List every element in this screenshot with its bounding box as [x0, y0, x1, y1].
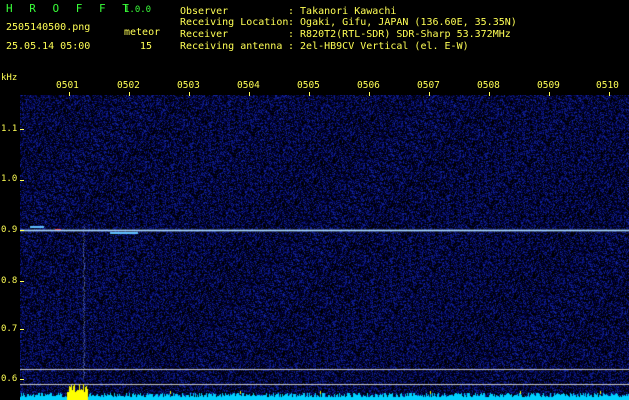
receiver-value: : R820T2(RTL-SDR) SDR-Sharp 53.372MHz	[288, 29, 511, 40]
filename-label: 2505140500.png	[6, 22, 91, 33]
x-tick-mark	[129, 92, 130, 96]
y-tick-mark	[20, 379, 24, 380]
x-tick-0505: 0505	[297, 80, 320, 91]
x-tick-0502: 0502	[117, 80, 140, 91]
y-tick-1-0: 1.0	[1, 174, 18, 184]
x-tick-0504: 0504	[237, 80, 260, 91]
x-tick-mark	[489, 92, 490, 96]
meteor-count: 15	[140, 41, 153, 52]
observer-label: Observer	[180, 6, 229, 17]
x-tick-mark	[429, 92, 430, 96]
y-tick-mark	[20, 230, 24, 231]
x-tick-0509: 0509	[537, 80, 560, 91]
x-tick-mark	[549, 92, 550, 96]
spectrogram-canvas	[20, 95, 629, 400]
x-tick-0506: 0506	[357, 80, 380, 91]
location-label: Receiving Location	[180, 17, 289, 28]
antenna-label: Receiving antenna	[180, 41, 283, 52]
app-title: H R O F F T	[6, 2, 134, 15]
y-tick-0-9: 0.9	[1, 225, 18, 235]
x-tick-mark	[369, 92, 370, 96]
spectrogram-plot	[20, 95, 629, 400]
datetime-label: 25.05.14 05:00	[6, 41, 91, 52]
y-tick-mark	[20, 180, 24, 181]
meteor-label: meteor	[124, 27, 161, 38]
app-version: 1.0.0	[124, 5, 152, 15]
y-tick-0-6: 0.6	[1, 374, 18, 384]
y-tick-0-7: 0.7	[1, 324, 18, 334]
x-tick-mark	[609, 92, 610, 96]
observer-value: : Takanori Kawachi	[288, 6, 397, 17]
y-tick-mark	[20, 329, 24, 330]
antenna-value: : 2el-HB9CV Vertical (el. E-W)	[288, 41, 469, 52]
y-unit-label: kHz	[1, 73, 18, 83]
x-tick-0507: 0507	[417, 80, 440, 91]
header-panel: H R O F F T 1.0.0 2505140500.png meteor …	[0, 0, 629, 78]
y-tick-1-1: 1.1	[1, 124, 18, 134]
x-tick-mark	[309, 92, 310, 96]
x-tick-mark	[69, 92, 70, 96]
y-tick-0-8: 0.8	[1, 276, 18, 286]
location-value: : Ogaki, Gifu, JAPAN (136.60E, 35.35N)	[288, 17, 517, 28]
x-tick-0510: 0510	[596, 80, 619, 91]
x-tick-0503: 0503	[177, 80, 200, 91]
y-tick-mark	[20, 129, 24, 130]
x-tick-0508: 0508	[477, 80, 500, 91]
x-tick-0501: 0501	[56, 80, 79, 91]
receiver-label: Receiver	[180, 29, 229, 40]
y-tick-mark	[20, 281, 24, 282]
x-tick-mark	[189, 92, 190, 96]
x-tick-mark	[249, 92, 250, 96]
